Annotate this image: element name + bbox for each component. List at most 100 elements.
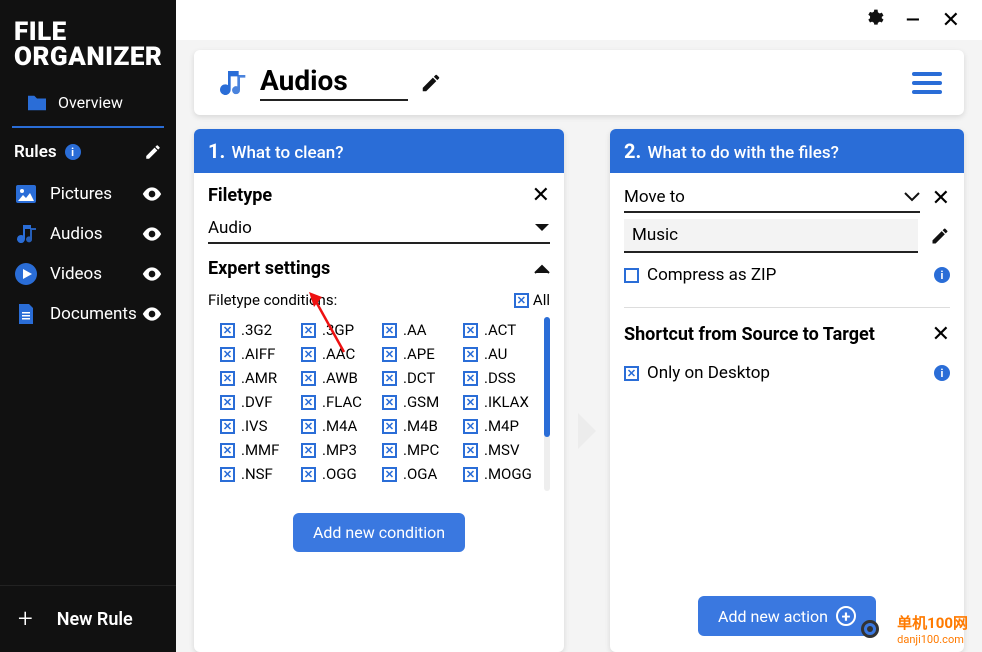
ext-checkbox[interactable] <box>220 371 235 386</box>
panel-what-to-clean: 1. What to clean? Filetype ✕ Audio Exper… <box>194 129 564 652</box>
sidebar-item-videos[interactable]: Videos <box>0 254 176 294</box>
ext-checkbox[interactable] <box>220 395 235 410</box>
extension-item[interactable]: .FLAC <box>301 393 378 411</box>
ext-checkbox[interactable] <box>463 347 478 362</box>
minimize-button[interactable]: — <box>906 10 920 31</box>
extension-item[interactable]: .AU <box>463 345 540 363</box>
close-icon[interactable]: ✕ <box>932 186 950 211</box>
action-select[interactable]: Move to <box>624 183 920 213</box>
ext-checkbox[interactable] <box>382 419 397 434</box>
ext-checkbox[interactable] <box>463 323 478 338</box>
compress-checkbox[interactable] <box>624 268 639 283</box>
eye-icon[interactable] <box>142 267 162 281</box>
main: — ✕ Audios 1. What to clean? Filetype ✕ <box>176 0 982 652</box>
extension-item[interactable]: .M4A <box>301 417 378 435</box>
close-icon[interactable]: ✕ <box>932 322 950 347</box>
eye-icon[interactable] <box>142 307 162 321</box>
info-icon[interactable]: i <box>934 267 950 283</box>
sidebar-item-audios[interactable]: Audios <box>0 214 176 254</box>
extension-item[interactable]: .DSS <box>463 369 540 387</box>
ext-checkbox[interactable] <box>220 347 235 362</box>
ext-checkbox[interactable] <box>382 347 397 362</box>
settings-icon[interactable] <box>864 8 884 33</box>
info-icon[interactable]: i <box>65 144 81 160</box>
pictures-icon <box>14 182 38 206</box>
extension-item[interactable]: .MMF <box>220 441 297 459</box>
extension-item[interactable]: .OGG <box>301 465 378 483</box>
menu-icon[interactable] <box>912 72 942 94</box>
extension-item[interactable]: .AWB <box>301 369 378 387</box>
edit-icon[interactable] <box>144 143 162 161</box>
edit-icon[interactable] <box>420 72 442 94</box>
sidebar-item-label: Audios <box>50 224 103 244</box>
ext-checkbox[interactable] <box>463 395 478 410</box>
ext-checkbox[interactable] <box>301 443 316 458</box>
extension-item[interactable]: .DCT <box>382 369 459 387</box>
ext-checkbox[interactable] <box>301 371 316 386</box>
extension-item[interactable]: .3GP <box>301 321 378 339</box>
extension-item[interactable]: .ACT <box>463 321 540 339</box>
extension-item[interactable]: .GSM <box>382 393 459 411</box>
close-icon[interactable]: ✕ <box>532 183 550 208</box>
scrollbar[interactable] <box>544 317 550 491</box>
extension-item[interactable]: .MP3 <box>301 441 378 459</box>
sidebar-item-pictures[interactable]: Pictures <box>0 174 176 214</box>
extension-item[interactable]: .MSV <box>463 441 540 459</box>
ext-checkbox[interactable] <box>382 443 397 458</box>
extension-item[interactable]: .MOGG <box>463 465 540 483</box>
add-action-button[interactable]: Add new action + <box>698 596 876 636</box>
eye-icon[interactable] <box>142 187 162 201</box>
extension-item[interactable]: .M4B <box>382 417 459 435</box>
eye-icon[interactable] <box>142 227 162 241</box>
ext-checkbox[interactable] <box>220 419 235 434</box>
scrollbar-thumb[interactable] <box>544 317 550 437</box>
extension-grid: .3G2.3GP.AA.ACT .AIFF.AAC.APE.AU .AMR.AWB.… <box>208 317 540 491</box>
close-button[interactable]: ✕ <box>942 8 960 33</box>
ext-checkbox[interactable] <box>382 371 397 386</box>
extension-item[interactable]: .DVF <box>220 393 297 411</box>
extension-item[interactable]: .AAC <box>301 345 378 363</box>
ext-checkbox[interactable] <box>301 395 316 410</box>
ext-checkbox[interactable] <box>301 467 316 482</box>
ext-checkbox[interactable] <box>463 371 478 386</box>
app-logo: File Organizer <box>0 0 176 87</box>
new-rule-button[interactable]: + New Rule <box>0 585 176 652</box>
ext-checkbox[interactable] <box>463 419 478 434</box>
extension-item[interactable]: .IVS <box>220 417 297 435</box>
expert-settings-toggle[interactable]: Expert settings <box>208 250 550 283</box>
extension-item[interactable]: .OGA <box>382 465 459 483</box>
ext-checkbox[interactable] <box>382 467 397 482</box>
ext-checkbox[interactable] <box>382 395 397 410</box>
filetype-select[interactable]: Audio <box>208 214 550 244</box>
documents-icon <box>14 302 38 326</box>
ext-checkbox[interactable] <box>463 467 478 482</box>
extension-item[interactable]: .AMR <box>220 369 297 387</box>
ext-checkbox[interactable] <box>220 443 235 458</box>
edit-icon[interactable] <box>930 226 950 246</box>
add-condition-button[interactable]: Add new condition <box>293 513 465 552</box>
ext-checkbox[interactable] <box>301 419 316 434</box>
conditions-label: Filetype conditions: <box>208 291 337 309</box>
extension-item[interactable]: .M4P <box>463 417 540 435</box>
chevron-down-icon <box>534 223 550 233</box>
extension-item[interactable]: .MPC <box>382 441 459 459</box>
extension-item[interactable]: .AA <box>382 321 459 339</box>
all-checkbox[interactable] <box>514 293 529 308</box>
extension-item[interactable]: .APE <box>382 345 459 363</box>
target-input[interactable]: Music <box>624 219 918 253</box>
desktop-checkbox[interactable] <box>624 366 639 381</box>
ext-checkbox[interactable] <box>463 443 478 458</box>
ext-checkbox[interactable] <box>382 323 397 338</box>
extension-item[interactable]: .3G2 <box>220 321 297 339</box>
ext-checkbox[interactable] <box>220 323 235 338</box>
ext-checkbox[interactable] <box>220 467 235 482</box>
extension-item[interactable]: .NSF <box>220 465 297 483</box>
info-icon[interactable]: i <box>934 365 950 381</box>
sidebar-overview[interactable]: Overview <box>12 87 164 128</box>
extension-item[interactable]: .AIFF <box>220 345 297 363</box>
sidebar-item-documents[interactable]: Documents <box>0 294 176 334</box>
ext-checkbox[interactable] <box>301 347 316 362</box>
titlebar: — ✕ <box>176 0 982 40</box>
extension-item[interactable]: .IKLAX <box>463 393 540 411</box>
ext-checkbox[interactable] <box>301 323 316 338</box>
